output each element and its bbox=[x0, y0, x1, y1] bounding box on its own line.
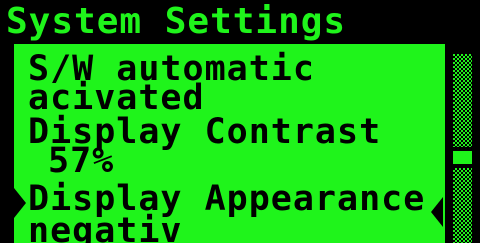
page-title: System Settings bbox=[6, 1, 347, 42]
left-frame bbox=[0, 44, 14, 243]
scrollbar[interactable] bbox=[445, 44, 480, 243]
menu-item-display-contrast-value: 57% bbox=[48, 141, 115, 181]
scrollbar-thumb[interactable] bbox=[449, 147, 476, 168]
menu-item-sw-automatic-value: acivated bbox=[28, 78, 205, 118]
triangle-left-icon bbox=[431, 197, 443, 227]
menu-item-display-appearance-value: negativ bbox=[28, 211, 183, 243]
title-bar: System Settings bbox=[0, 0, 480, 44]
scrollbar-thumb-inner bbox=[453, 151, 472, 164]
lcd-screen: System Settings S/W automatic acivated D… bbox=[0, 0, 480, 243]
triangle-right-icon bbox=[14, 188, 26, 218]
